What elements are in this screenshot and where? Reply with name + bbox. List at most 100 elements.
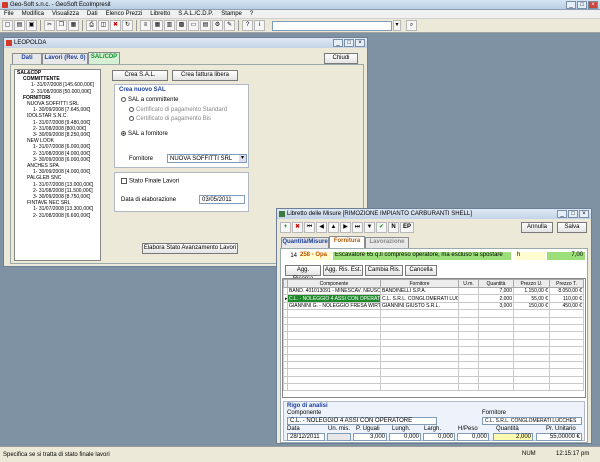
ep-button[interactable]: EP (400, 222, 414, 233)
cancella-button[interactable]: Cancella (405, 265, 437, 276)
tab-sal-cdp[interactable]: SAL/CDP (88, 52, 120, 64)
folder-icon[interactable]: ▭ (188, 20, 199, 31)
radio-icon[interactable] (121, 131, 126, 137)
table-row[interactable] (283, 353, 584, 362)
hpeso-field[interactable]: 0,000 (457, 433, 489, 441)
info-icon[interactable]: i (254, 20, 265, 31)
col-header[interactable]: U.m. (458, 279, 479, 288)
col-header[interactable]: Prezzo U. (513, 279, 550, 288)
fornitore-field[interactable]: C.L. S.R.L. CONGLOMERATI LUCCHES (482, 417, 582, 425)
help-icon[interactable]: ? (242, 20, 253, 31)
chart-icon[interactable]: ▥ (164, 20, 175, 31)
tree-node[interactable]: 2- 31/08/2008 [6.600,00€] (15, 213, 100, 219)
add-icon[interactable]: + (280, 222, 291, 233)
fornitore-select[interactable]: NUOVA SOFFITTI SRL ▾ (167, 154, 247, 163)
maximize-icon[interactable]: □ (577, 1, 587, 9)
minimize-icon[interactable]: _ (557, 210, 567, 218)
quantita-field[interactable]: 2,000 (493, 433, 533, 441)
table-row[interactable]: ▸ C.L. - NOLEGGIO 4 ASSI CON OPERATORE C… (283, 294, 584, 303)
radio-icon[interactable] (129, 107, 134, 113)
risorse-grid[interactable]: Componente Fornitore U.m. Quantità Prezz… (282, 278, 586, 398)
salva-button[interactable]: Salva (557, 222, 587, 233)
close-icon[interactable]: × (588, 1, 598, 9)
table-row[interactable] (283, 331, 584, 340)
n-button[interactable]: N (388, 222, 399, 233)
cert-bis-option[interactable]: Certificato di pagamento Bis (115, 115, 248, 123)
elabora-sal-button[interactable]: Elabora Stato Avanzamento Lavori (142, 243, 238, 254)
largh-field[interactable]: 0,000 (423, 433, 455, 441)
maximize-icon[interactable]: □ (344, 39, 354, 47)
up-icon[interactable]: ▲ (328, 222, 339, 233)
sal-tree[interactable]: SAL&CDP COMMITTENTE 1- 31/07/2008 [145.6… (14, 69, 101, 261)
tab-fornitura[interactable]: Fornitura (329, 236, 365, 248)
cambia-ris-button[interactable]: Cambia Ris. (365, 265, 403, 276)
table-row[interactable]: GIANNINI G. - NOLEGGIO FRESA WIRTGH GIAN… (283, 301, 584, 311)
radio-icon[interactable] (129, 116, 134, 122)
data-field[interactable]: 28/12/2011 (287, 433, 325, 441)
paste-icon[interactable]: ▦ (68, 20, 79, 31)
table-row[interactable] (283, 383, 584, 392)
table-row[interactable] (283, 375, 584, 385)
first-icon[interactable]: ⏮ (304, 222, 315, 233)
table-row[interactable] (283, 346, 584, 355)
menu-stampe[interactable]: Stampe (221, 11, 242, 17)
chiudi-button[interactable]: Chiudi (324, 53, 358, 64)
close-icon[interactable]: × (355, 39, 365, 47)
sal-committente-option[interactable]: SAL a committente (115, 95, 248, 105)
lungh-field[interactable]: 0,000 (389, 433, 421, 441)
table-row[interactable] (283, 360, 584, 370)
puguali-field[interactable]: 3,000 (353, 433, 387, 441)
prev-icon[interactable]: ◀ (316, 222, 327, 233)
radio-icon[interactable] (121, 97, 126, 102)
remove-icon[interactable]: ✖ (292, 222, 303, 233)
delete-icon[interactable]: ✖ (110, 20, 121, 31)
cert-standard-option[interactable]: Certificato di pagamento Standard (115, 105, 248, 115)
table-row[interactable] (283, 309, 584, 318)
componente-field[interactable]: C.L. - NOLEGGIO 4 ASSI CON OPERATORE (287, 417, 437, 425)
report-icon[interactable]: ▤ (200, 20, 211, 31)
refresh-icon[interactable]: ↻ (122, 20, 133, 31)
menu-help[interactable]: ? (250, 11, 253, 17)
next-icon[interactable]: ▶ (340, 222, 351, 233)
checkbox-icon[interactable] (121, 178, 127, 184)
cut-icon[interactable]: ✂ (44, 20, 55, 31)
menu-dati[interactable]: Dati (87, 11, 98, 17)
table-icon[interactable]: ▦ (152, 20, 163, 31)
prunitario-field[interactable]: 55,00000 € (536, 433, 582, 441)
stato-finale-checkbox[interactable]: Stato Finale Lavori (115, 173, 248, 189)
tab-quantita-misure[interactable]: Quantità/Misure (281, 237, 329, 248)
tab-dati[interactable]: Dati (12, 53, 42, 64)
save-icon[interactable]: ▣ (26, 20, 37, 31)
menu-libretto[interactable]: Libretto (150, 11, 170, 17)
list-icon[interactable]: ≡ (140, 20, 151, 31)
table-row[interactable] (283, 368, 584, 377)
calc-icon[interactable]: ▩ (176, 20, 187, 31)
crea-sal-button[interactable]: Crea S.A.L. (112, 70, 168, 81)
menu-elenco-prezzi[interactable]: Elenco Prezzi (106, 11, 143, 17)
down-icon[interactable]: ▼ (364, 222, 375, 233)
settings-icon[interactable]: ⚙ (212, 20, 223, 31)
copy-icon[interactable]: ❐ (56, 20, 67, 31)
table-row[interactable] (283, 323, 584, 333)
preview-icon[interactable]: ◫ (98, 20, 109, 31)
print-icon[interactable]: ⎙ (86, 20, 97, 31)
last-icon[interactable]: ⏭ (352, 222, 363, 233)
tab-lavorazione[interactable]: Lavorazione (365, 237, 409, 248)
col-header[interactable]: Fornitore (380, 279, 459, 288)
col-header[interactable]: Prezzo T. (549, 279, 584, 288)
chevron-down-icon[interactable]: ▾ (239, 155, 246, 162)
open-icon[interactable]: ▤ (14, 20, 25, 31)
menu-modifica[interactable]: Modifica (22, 11, 44, 17)
agg-risorsa-button[interactable]: Agg. Risorsa (285, 265, 321, 282)
data-elaborazione-field[interactable]: 03/05/2011 (199, 195, 245, 204)
close-icon[interactable]: × (579, 210, 589, 218)
maximize-icon[interactable]: □ (568, 210, 578, 218)
search-icon[interactable]: ⌕ (406, 20, 417, 31)
table-row[interactable] (283, 338, 584, 348)
menu-visualizza[interactable]: Visualizza (52, 11, 79, 17)
menu-sal-cdp[interactable]: S.A.L./C.D.P. (178, 11, 213, 17)
check-icon[interactable]: ✔ (376, 222, 387, 233)
annulla-button[interactable]: Annulla (521, 222, 553, 233)
col-header[interactable]: Componente (287, 279, 381, 288)
tab-lavori[interactable]: Lavori (Rev. 0) (42, 53, 88, 64)
